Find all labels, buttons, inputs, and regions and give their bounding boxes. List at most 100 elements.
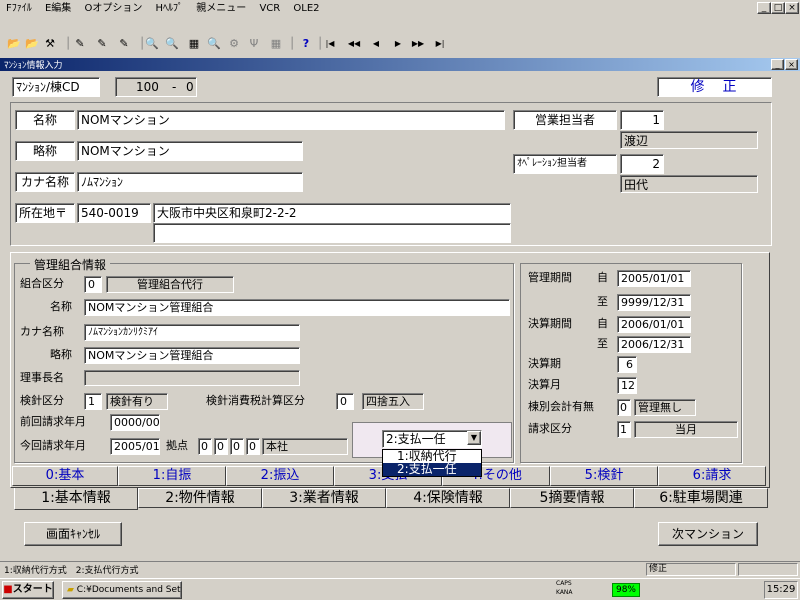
base-digit-1[interactable]: 0 [198, 438, 212, 455]
subtab-meter[interactable]: 5:検針 [550, 466, 658, 486]
tray-clock: 15:29 [764, 581, 798, 599]
union-kubun-code[interactable]: 0 [84, 276, 102, 293]
ops-id-input[interactable]: 2 [620, 154, 664, 174]
mgmt-from-input[interactable]: 2005/01/01 [617, 270, 691, 287]
prev-billing-input[interactable]: 0000/00 [110, 414, 160, 431]
tray-battery: 98% [612, 583, 640, 597]
inner-minimize-button[interactable]: _ [771, 59, 784, 70]
union-short-input[interactable]: NOMマンション管理組合 [84, 347, 300, 364]
mansion-cd-field[interactable]: 100 - 0 [115, 77, 197, 97]
union-kana-input[interactable]: ﾉﾑﾏﾝｼｮﾝｶﾝﾘｸﾐｱｲ [84, 324, 300, 341]
settle-from-input[interactable]: 2006/01/01 [617, 316, 691, 333]
separate-accounting-code[interactable]: 0 [617, 399, 631, 416]
status-bar: 1:収納代行方式 2:支払代行方式 修正 [0, 561, 800, 577]
subtab-autodebit[interactable]: 1:自振 [118, 466, 226, 486]
kana-input[interactable]: ﾉﾑﾏﾝｼｮﾝ [77, 172, 303, 192]
tab-basic-info[interactable]: 1:基本情報 [14, 488, 138, 510]
tab-insurance-info[interactable]: 4:保険情報 [386, 488, 510, 508]
menu-vcr[interactable]: VCR [259, 3, 280, 14]
address2-input[interactable] [153, 223, 511, 243]
chevron-down-icon[interactable]: ▼ [467, 431, 481, 445]
curr-billing-label: 今回請求年月 [20, 439, 86, 452]
building-cd-value: 0 [186, 80, 194, 94]
menu-ole2[interactable]: OLE2 [293, 3, 319, 14]
tab-vendor-info[interactable]: 3:業者情報 [262, 488, 386, 508]
base-digit-3[interactable]: 0 [230, 438, 244, 455]
taskbar-item[interactable]: ▰ C:¥Documents and Setti... [62, 581, 182, 599]
meter-code[interactable]: 1 [84, 393, 102, 410]
first-record-icon[interactable]: |◀ [322, 36, 338, 52]
minimize-button[interactable]: _ [757, 2, 771, 14]
settle-term-label: 決算期 [528, 357, 561, 370]
mgmt-period-label: 管理期間 [528, 271, 572, 284]
subtab-basic[interactable]: 0:基本 [12, 466, 118, 486]
short-name-label: 略称 [15, 141, 75, 161]
open-icon[interactable]: 📂 [6, 36, 22, 52]
cancel-button[interactable]: 画面ｷｬﾝｾﾙ [24, 522, 122, 546]
sales-name: 渡辺 [620, 131, 758, 149]
address-label: 所在地〒 [15, 203, 75, 223]
next-record-icon[interactable]: ▶ [390, 36, 406, 52]
tax-label: 検針消費税計算区分 [206, 394, 305, 407]
payment-select[interactable]: 2:支払一任 ▼ [382, 430, 482, 448]
binoculars-icon[interactable]: 🔍 [144, 36, 160, 52]
base-digit-4[interactable]: 0 [246, 438, 260, 455]
sales-id-input[interactable]: 1 [620, 110, 664, 130]
chairman-label: 理事長名 [20, 371, 64, 384]
chairman-input[interactable] [84, 370, 300, 386]
menu-edit[interactable]: E編集 [45, 3, 71, 14]
close-button[interactable]: × [785, 2, 799, 14]
brush-icon[interactable]: ✎ [116, 36, 132, 52]
settle-to-input[interactable]: 2006/12/31 [617, 336, 691, 353]
pencil-icon[interactable]: ✎ [94, 36, 110, 52]
union-name-label: 名称 [50, 300, 72, 313]
union-name-input[interactable]: NOMマンション管理組合 [84, 299, 510, 316]
mgmt-to-label: 至 [597, 295, 608, 308]
prev-record-icon[interactable]: ◀ [368, 36, 384, 52]
prev-page-icon[interactable]: ◀◀ [346, 36, 362, 52]
menu-help[interactable]: Hﾍﾙﾌﾟ [156, 3, 184, 14]
tab-summary-info[interactable]: 5摘要情報 [510, 488, 634, 508]
tab-property-info[interactable]: 2:物件情報 [138, 488, 262, 508]
next-page-icon[interactable]: ▶▶ [410, 36, 426, 52]
mgmt-to-input[interactable]: 9999/12/31 [617, 294, 691, 311]
subtab-transfer[interactable]: 2:振込 [226, 466, 334, 486]
billing-kubun-code[interactable]: 1 [617, 421, 631, 438]
key-icon[interactable]: 🔍 [206, 36, 222, 52]
payment-dropdown-list-overlay: 1:収納代行 2:支払一任 [382, 449, 482, 477]
tab-parking[interactable]: 6:駐車場関連 [634, 488, 768, 508]
inner-close-button[interactable]: × [785, 59, 798, 70]
last-record-icon[interactable]: ▶| [432, 36, 448, 52]
union-kubun-label: 組合区分 [20, 277, 64, 290]
base-digit-2[interactable]: 0 [214, 438, 228, 455]
ops-label: ｵﾍﾟﾚｰｼｮﾝ担当者 [513, 154, 617, 174]
postal-input[interactable]: 540-0019 [77, 203, 151, 223]
table-icon[interactable]: ▦ [268, 36, 284, 52]
tax-code[interactable]: 0 [336, 393, 354, 410]
restore-button[interactable]: □ [771, 2, 785, 14]
separate-accounting-name: 管理無し [634, 399, 696, 416]
payment-option-2-overlay[interactable]: 2:支払一任 [383, 463, 481, 476]
menu-option[interactable]: Oオプション [84, 3, 142, 14]
union-kubun-name: 管理組合代行 [106, 276, 234, 293]
payment-selected: 2:支払一任 [386, 432, 446, 446]
find-icon[interactable]: 🔍 [164, 36, 180, 52]
kana-label: カナ名称 [15, 172, 75, 192]
grid-icon[interactable]: ▦ [186, 36, 202, 52]
menu-parent[interactable]: 親メニュー [196, 3, 246, 14]
start-button[interactable]: ■スタート [2, 581, 54, 599]
name-input[interactable]: NOMマンション [77, 110, 505, 130]
open-folder-icon[interactable]: 📂 [24, 36, 40, 52]
subtab-billing[interactable]: 6:請求 [658, 466, 766, 486]
menu-file[interactable]: Fﾌｧｲﾙ [6, 3, 32, 14]
address1-input[interactable]: 大阪市中央区和泉町2-2-2 [153, 203, 511, 223]
pen-icon[interactable]: ✎ [72, 36, 88, 52]
settle-month-input[interactable]: 12 [617, 377, 637, 394]
settle-term-input[interactable]: 6 [617, 356, 637, 373]
filter-icon[interactable]: Ψ [246, 36, 262, 52]
short-name-input[interactable]: NOMマンション [77, 141, 303, 161]
curr-billing-input[interactable]: 2005/01 [110, 438, 160, 455]
tools-icon[interactable]: ⚒ [42, 36, 58, 52]
next-mansion-button[interactable]: 次マンション [658, 522, 758, 546]
settings-icon[interactable]: ⚙ [226, 36, 242, 52]
